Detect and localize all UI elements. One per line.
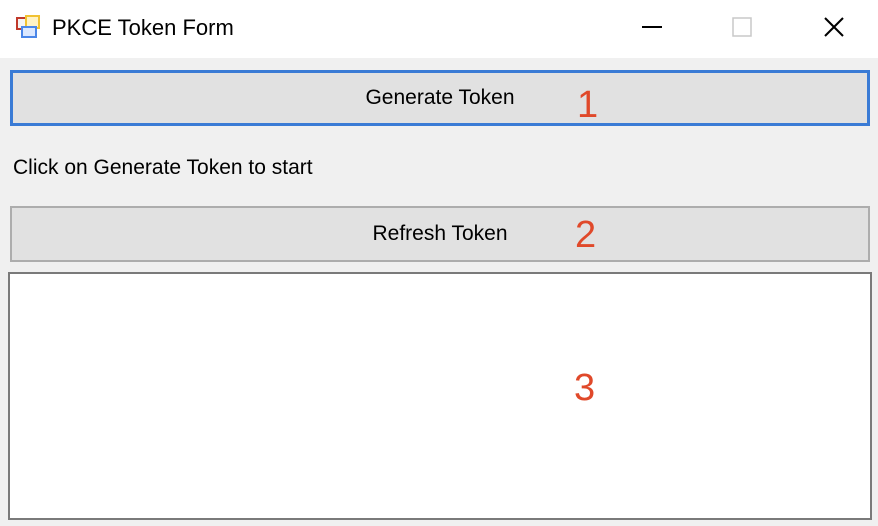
maximize-button[interactable] [696, 0, 788, 58]
token-output-textbox[interactable] [8, 272, 872, 520]
pkce-token-form-window: PKCE Token Form Generate Token Click on … [0, 0, 878, 526]
generate-token-button[interactable]: Generate Token [10, 70, 870, 126]
window-title: PKCE Token Form [52, 15, 234, 40]
app-window-icon [16, 15, 42, 39]
close-button[interactable] [788, 0, 878, 58]
title-bar[interactable]: PKCE Token Form [0, 0, 878, 58]
annotation-marker-2: 2 [575, 214, 597, 256]
refresh-token-button[interactable]: Refresh Token [10, 206, 870, 262]
annotation-marker-3: 3 [574, 367, 596, 409]
minimize-button[interactable] [606, 0, 698, 58]
minimize-icon [640, 15, 664, 44]
status-label: Click on Generate Token to start [13, 156, 313, 179]
maximize-icon [731, 16, 753, 43]
close-icon [822, 15, 846, 44]
annotation-marker-1: 1 [577, 84, 599, 126]
